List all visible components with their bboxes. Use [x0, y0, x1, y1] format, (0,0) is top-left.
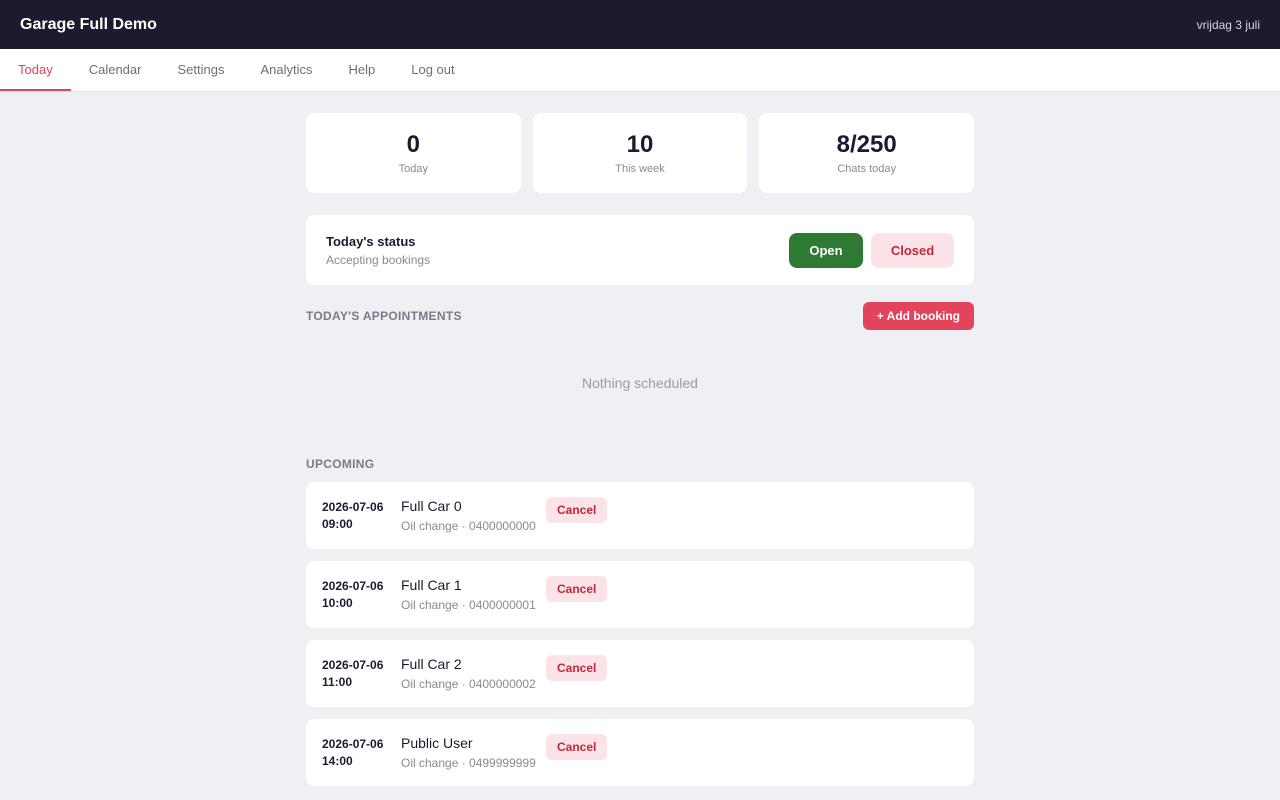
appointment-card: 2026-07-06 09:00 Full Car 0 Oil change ·…: [306, 482, 974, 549]
appointment-name: Full Car 0: [401, 498, 462, 514]
status-subtitle: Accepting bookings: [326, 252, 431, 267]
stat-value: 10: [626, 131, 654, 158]
tab-calendar[interactable]: Calendar: [71, 49, 160, 91]
status-title: Today's status: [326, 233, 416, 249]
appointment-datetime: 2026-07-06 10:00: [322, 578, 401, 612]
appointment-detail: Oil change · 0499999999: [401, 756, 536, 770]
appointment-time: 10:00: [322, 595, 353, 610]
add-booking-button[interactable]: + Add booking: [862, 302, 974, 330]
appointment-name: Public User: [401, 735, 473, 751]
appointment-date: 2026-07-06: [322, 736, 384, 751]
stat-value: 0: [406, 131, 421, 158]
upcoming-header: UPCOMING: [306, 457, 974, 471]
stat-label: Today: [398, 163, 429, 175]
stat-value: 8/250: [836, 131, 897, 158]
tab-settings[interactable]: Settings: [159, 49, 242, 91]
open-button[interactable]: Open: [789, 232, 863, 268]
appointment-datetime: 2026-07-06 09:00: [322, 499, 401, 533]
stat-card-today: 0 Today: [306, 113, 521, 193]
today-appointments-header: TODAY'S APPOINTMENTS + Add booking: [306, 302, 974, 330]
status-text: Today's status Accepting bookings: [326, 234, 430, 267]
section-title: TODAY'S APPOINTMENTS: [306, 309, 462, 323]
appointment-time: 14:00: [322, 753, 353, 768]
cancel-button[interactable]: Cancel: [546, 575, 608, 602]
tab-analytics[interactable]: Analytics: [242, 49, 330, 91]
cancel-button[interactable]: Cancel: [546, 654, 608, 681]
appointment-card: 2026-07-06 10:00 Full Car 1 Oil change ·…: [306, 561, 974, 628]
status-card: Today's status Accepting bookings Open C…: [306, 215, 974, 285]
appointment-detail: Oil change · 0400000002: [401, 677, 536, 691]
tab-today[interactable]: Today: [0, 49, 71, 91]
appointment-date: 2026-07-06: [322, 499, 384, 514]
section-title: UPCOMING: [306, 457, 375, 471]
appointment-datetime: 2026-07-06 14:00: [322, 736, 401, 770]
main-content: 0 Today 10 This week 8/250 Chats today T…: [306, 92, 975, 786]
closed-button[interactable]: Closed: [871, 232, 954, 268]
stat-card-chats-today: 8/250 Chats today: [759, 113, 975, 193]
empty-state: Nothing scheduled: [582, 375, 698, 391]
appointment-info: Full Car 1 Oil change · 0400000001: [401, 577, 546, 612]
appointment-date: 2026-07-06: [322, 578, 384, 593]
appointment-card: 2026-07-06 14:00 Public User Oil change …: [306, 719, 974, 786]
stat-card-this-week: 10 This week: [532, 113, 748, 193]
stat-label: Chats today: [837, 163, 897, 175]
appointment-time: 11:00: [322, 674, 353, 689]
cancel-button[interactable]: Cancel: [546, 733, 608, 760]
appointment-time: 09:00: [322, 516, 353, 531]
stat-label: This week: [615, 163, 665, 175]
top-bar: Garage Full Demo vrijdag 3 juli: [0, 0, 1280, 49]
appointment-name: Full Car 2: [401, 656, 462, 672]
app-title: Garage Full Demo: [20, 15, 157, 33]
upcoming-list: 2026-07-06 09:00 Full Car 0 Oil change ·…: [306, 482, 974, 786]
appointment-info: Full Car 2 Oil change · 0400000002: [401, 656, 546, 691]
appointment-name: Full Car 1: [401, 577, 462, 593]
current-date: vrijdag 3 juli: [1196, 17, 1260, 32]
tab-log-out[interactable]: Log out: [393, 49, 472, 91]
appointment-info: Full Car 0 Oil change · 0400000000: [401, 498, 546, 533]
main-nav: Today Calendar Settings Analytics Help L…: [0, 49, 1280, 92]
appointment-detail: Oil change · 0400000001: [401, 598, 536, 612]
appointment-date: 2026-07-06: [322, 657, 384, 672]
tab-help[interactable]: Help: [330, 49, 393, 91]
appointment-detail: Oil change · 0400000000: [401, 519, 536, 533]
stats-row: 0 Today 10 This week 8/250 Chats today: [306, 113, 975, 193]
status-toggle: Open Closed: [789, 232, 954, 268]
cancel-button[interactable]: Cancel: [546, 496, 608, 523]
appointment-datetime: 2026-07-06 11:00: [322, 657, 401, 691]
appointment-info: Public User Oil change · 0499999999: [401, 735, 546, 770]
appointment-card: 2026-07-06 11:00 Full Car 2 Oil change ·…: [306, 640, 974, 707]
